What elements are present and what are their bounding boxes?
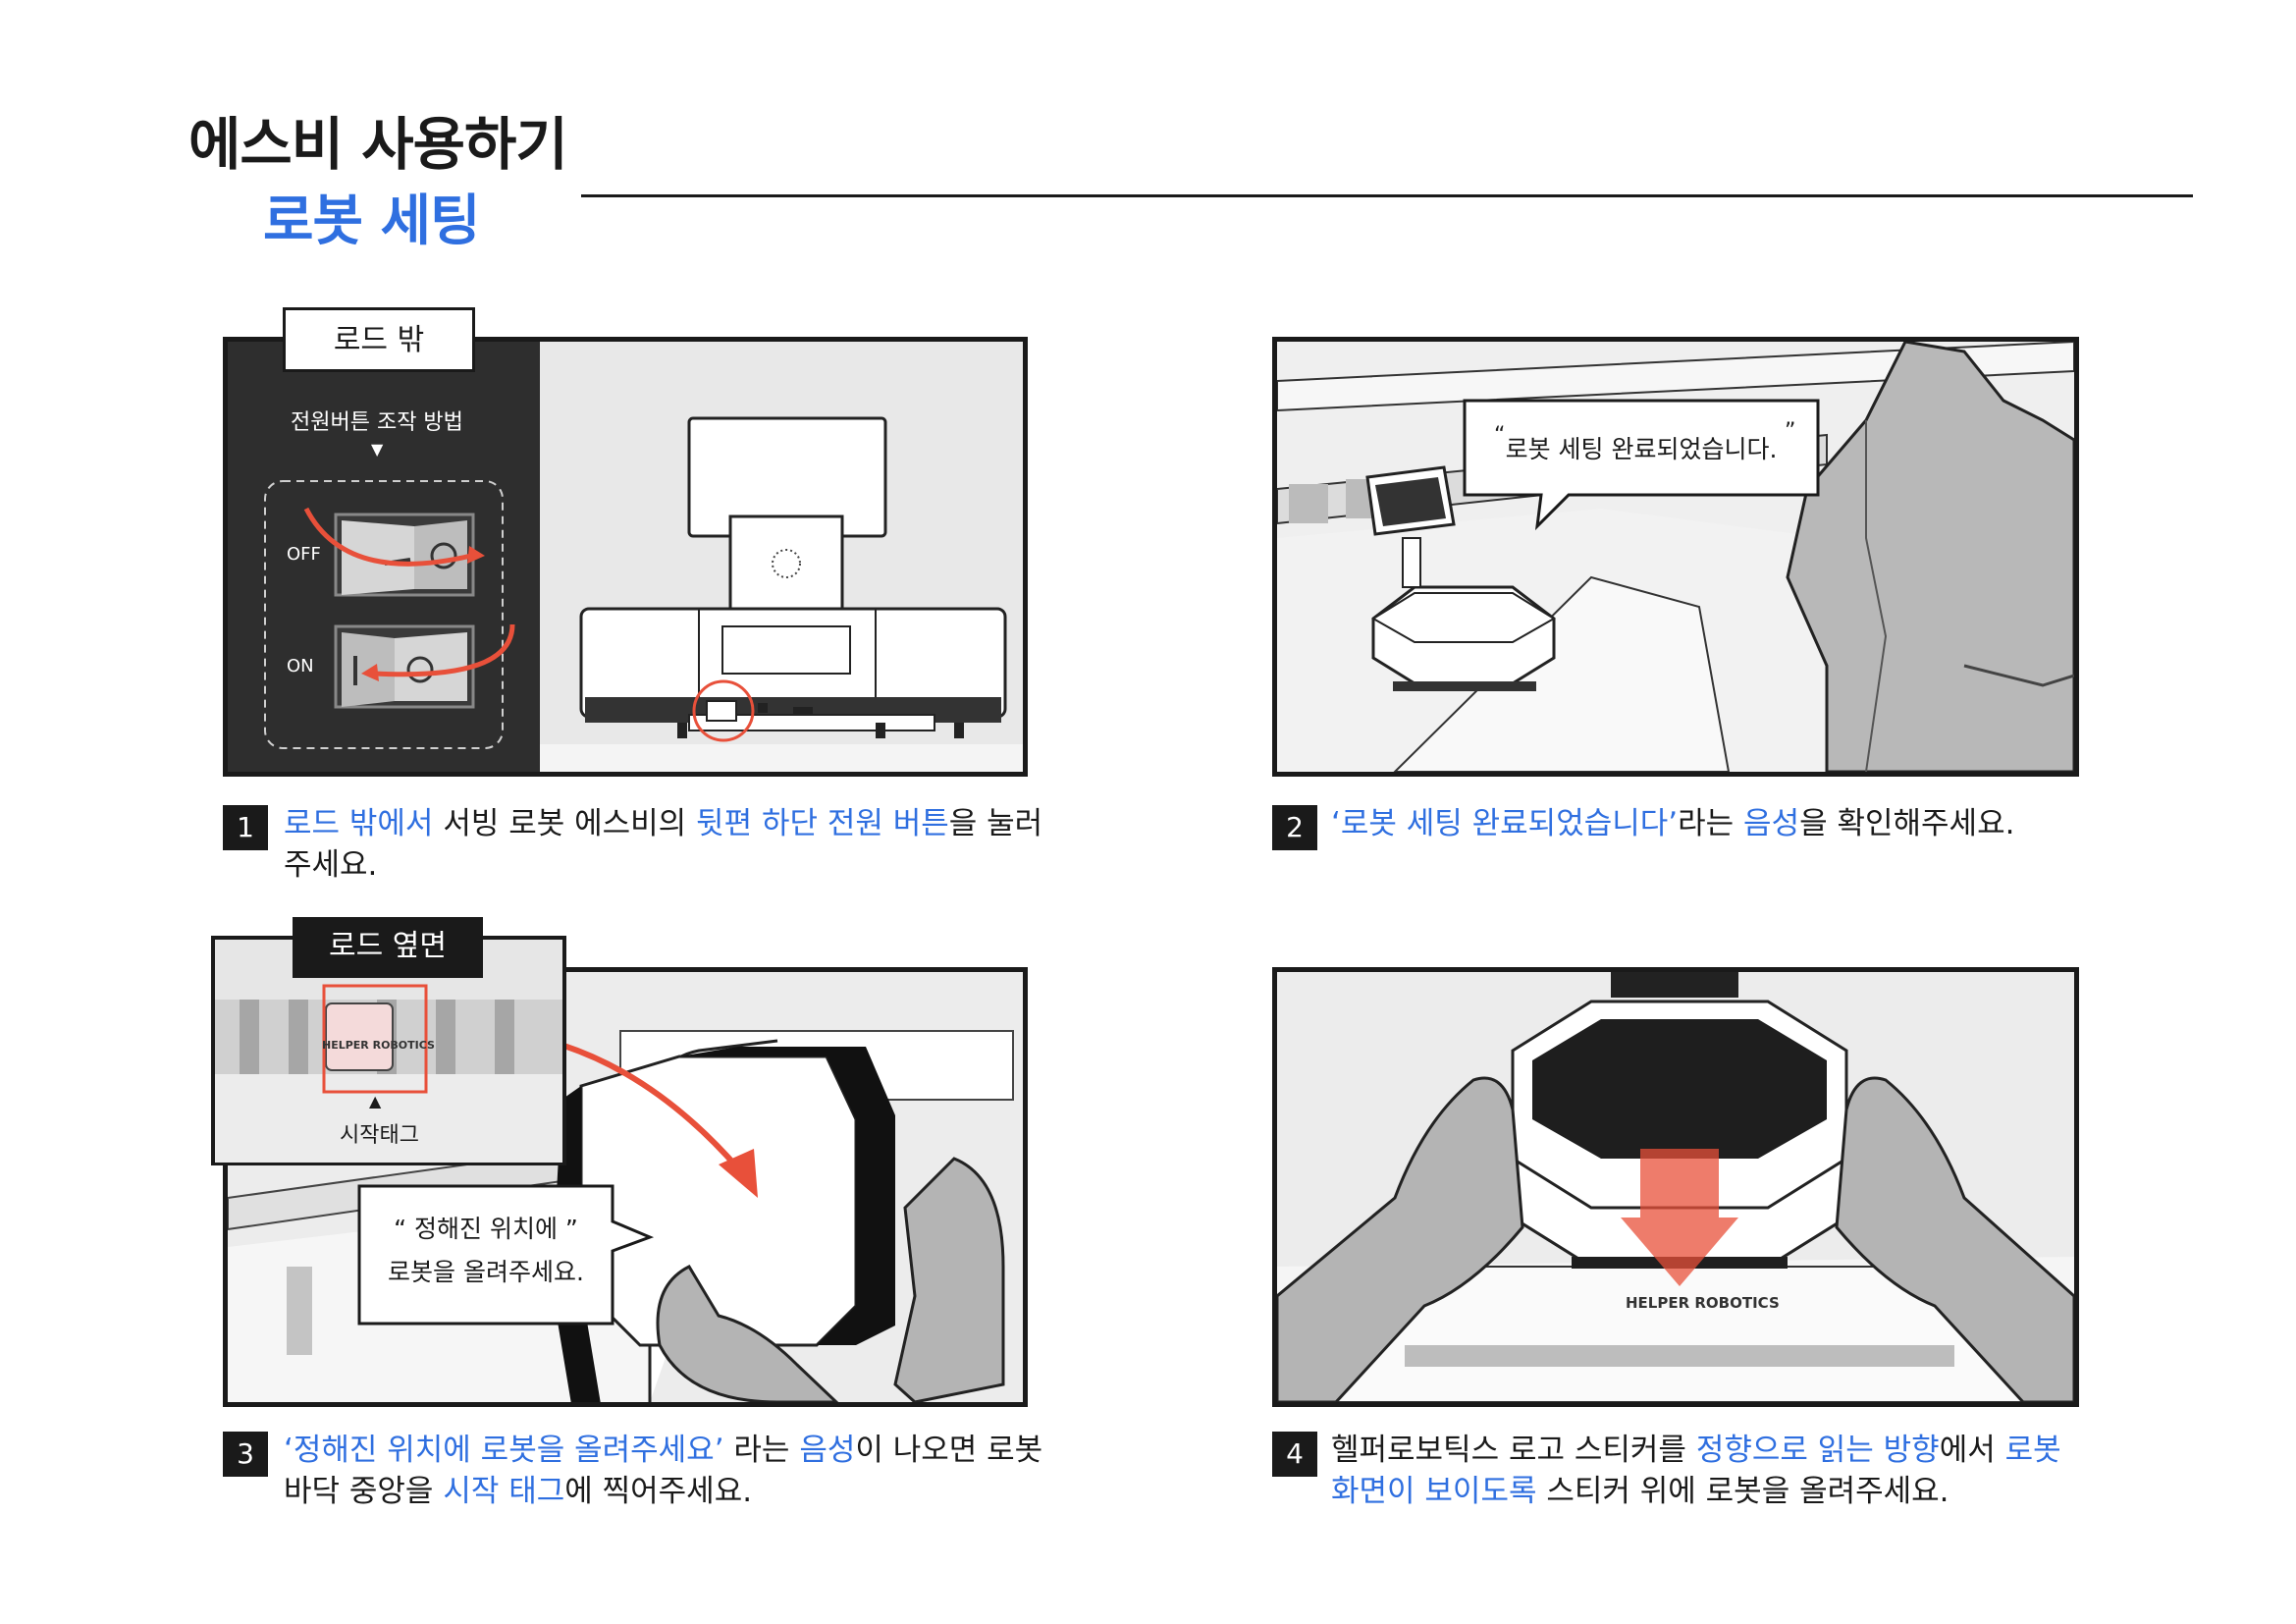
step-number-2: 2 <box>1272 805 1317 850</box>
panel-3-speech-line2: 로봇을 올려주세요. <box>388 1258 584 1286</box>
caption-3-b: 라는 <box>723 1433 800 1468</box>
page-subtitle: 로봇 세팅 <box>263 189 481 253</box>
caption-4-f: 스티커 위에 로봇을 올려주세요. <box>1536 1474 1949 1509</box>
caption-1-e: 주세요. <box>284 847 378 883</box>
caption-3: 3 ‘정해진 위치에 로봇을 올려주세요’ 라는 음성이 나오면 로봇바닥 중앙… <box>223 1430 1087 1518</box>
panel-3-tag: 로드 옆면 <box>293 917 483 978</box>
page-title: 에스비 사용하기 <box>188 111 568 178</box>
caption-3-d: 이 나오면 로봇 <box>855 1433 1043 1468</box>
caption-2-a: ‘로봇 세팅 완료되었습니다’ <box>1331 806 1679 841</box>
caption-2-d: 을 확인해주세요. <box>1799 806 2015 841</box>
caption-1-c: 뒷편 하단 전원 버튼 <box>696 806 949 841</box>
off-label: OFF <box>287 544 321 565</box>
arrow-up-icon: ▲ <box>369 1092 382 1110</box>
caption-4-c: 에서 <box>1939 1433 2005 1468</box>
caption-4-e: 화면이 보이도록 <box>1331 1474 1537 1509</box>
caption-1: 1 로드 밖에서 서빙 로봇 에스비의 뒷편 하단 전원 버튼을 눌러주세요. <box>223 803 1067 892</box>
step-number-4: 4 <box>1272 1432 1317 1477</box>
caption-4-a: 헬퍼로보틱스 로고 스티커를 <box>1331 1433 1696 1468</box>
helper-robotics-logo-inset: HELPER ROBOTICS <box>322 1039 435 1052</box>
step-number-1: 1 <box>223 805 268 850</box>
caption-2-b: 라는 <box>1678 806 1744 841</box>
panel-4-illustration <box>1272 967 2079 1407</box>
caption-2-c: 음성 <box>1743 806 1800 841</box>
helper-robotics-logo: HELPER ROBOTICS <box>1626 1294 1780 1312</box>
arrow-down-icon: ▼ <box>371 440 384 459</box>
step-number-3: 3 <box>223 1432 268 1477</box>
caption-3-e: 바닥 중앙을 <box>284 1474 444 1509</box>
caption-4: 4 헬퍼로보틱스 로고 스티커를 정향으로 읽는 방향에서 로봇화면이 보이도록… <box>1272 1430 2136 1518</box>
panel-1-guide-title: 전원버튼 조작 방법 <box>291 410 463 435</box>
caption-2: 2 ‘로봇 세팅 완료되었습니다’라는 음성을 확인해주세요. <box>1272 803 2116 852</box>
title-divider <box>581 194 2193 197</box>
caption-1-a: 로드 밖에서 <box>284 806 434 841</box>
panel-2-speech-text: 로봇 세팅 완료되었습니다. <box>1505 435 1778 463</box>
caption-3-g: 에 찍어주세요. <box>564 1474 753 1509</box>
panel-2-close-quote: ” <box>1785 419 1796 444</box>
panel-3-speech-line1: “ 정해진 위치에 ” <box>394 1215 578 1243</box>
caption-4-b: 정향으로 읽는 방향 <box>1695 1433 1940 1468</box>
caption-4-d: 로봇 <box>2004 1433 2061 1468</box>
panel-1-tag: 로드 밖 <box>283 307 475 372</box>
caption-1-d: 을 눌러 <box>948 806 1043 841</box>
caption-1-b: 서빙 로봇 에스비의 <box>433 806 697 841</box>
on-label: ON <box>287 656 314 677</box>
panel-1-illustration <box>223 337 1028 777</box>
caption-3-f: 시작 태그 <box>443 1474 565 1509</box>
caption-3-a: ‘정해진 위치에 로봇을 올려주세요’ <box>284 1433 724 1468</box>
caption-3-c: 음성 <box>799 1433 856 1468</box>
start-tag-label: 시작태그 <box>340 1123 419 1148</box>
